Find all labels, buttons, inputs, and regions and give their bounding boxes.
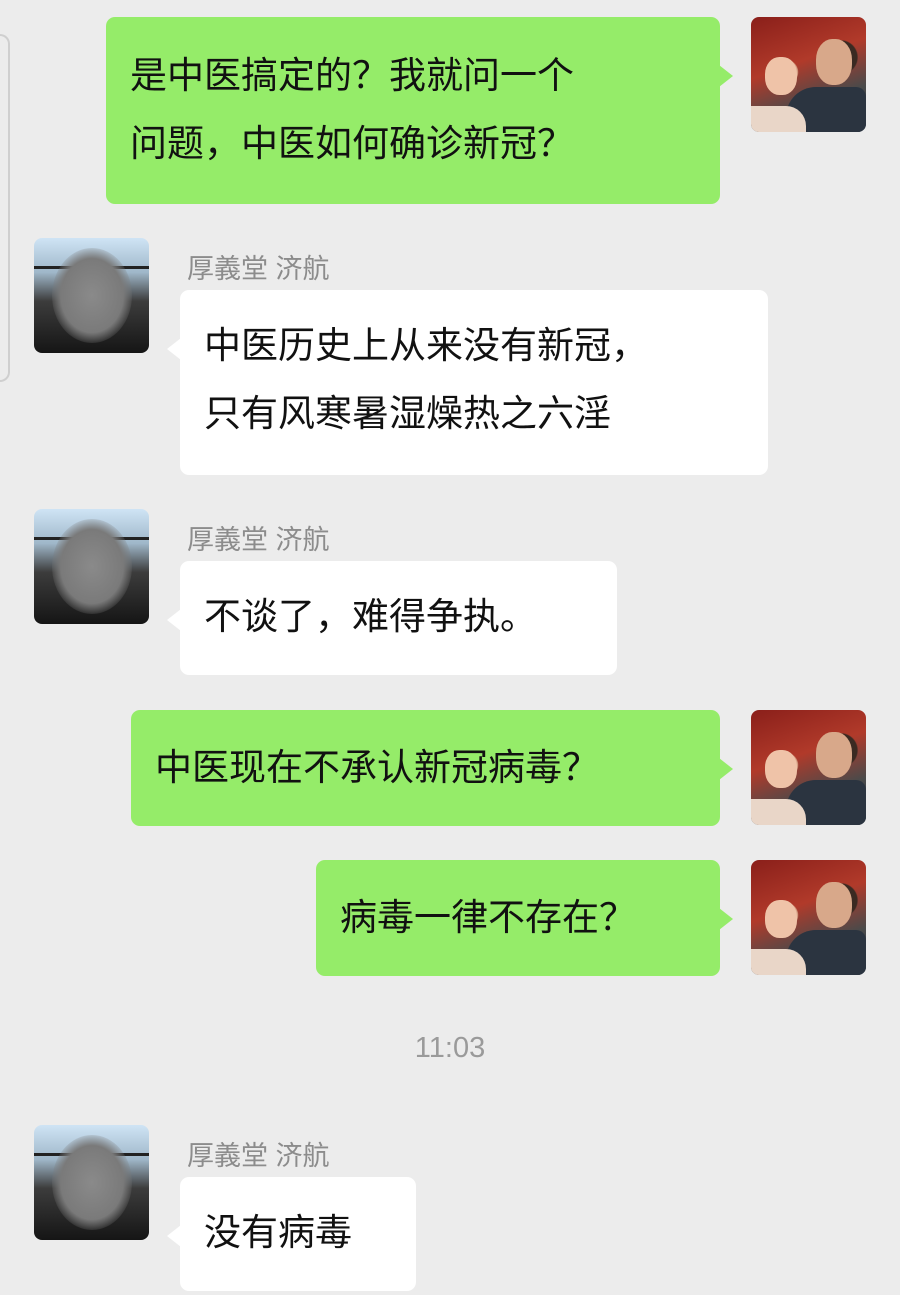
self-avatar[interactable] (751, 860, 866, 975)
message-timestamp: 11:03 (414, 1032, 486, 1064)
contact-avatar[interactable] (34, 1125, 149, 1240)
sender-name: 厚義堂 济航 (187, 254, 330, 284)
message-text: 病毒一律不存在？ (340, 896, 636, 939)
message-bubble-outgoing[interactable]: 病毒一律不存在？ (316, 860, 733, 976)
sender-name: 厚義堂 济航 (187, 1141, 330, 1171)
self-avatar[interactable] (751, 17, 866, 132)
message-text: 是中医搞定的？我就问一个 问题，中医如何确诊新冠？ (130, 54, 574, 165)
message-bubble-outgoing[interactable]: 是中医搞定的？我就问一个 问题，中医如何确诊新冠？ (106, 17, 733, 204)
message-text: 不谈了，难得争执。 (204, 595, 537, 638)
contact-avatar[interactable] (34, 238, 149, 353)
self-avatar[interactable] (751, 710, 866, 825)
message-bubble-incoming[interactable]: 中医历史上从来没有新冠， 只有风寒暑湿燥热之六淫 (167, 290, 768, 475)
message-bubble-outgoing[interactable]: 中医现在不承认新冠病毒？ (131, 710, 733, 826)
message-text: 中医现在不承认新冠病毒？ (155, 746, 599, 789)
scroll-edge-indicator (0, 34, 10, 382)
message-text: 没有病毒 (204, 1211, 352, 1254)
sender-name: 厚義堂 济航 (187, 525, 330, 555)
message-bubble-incoming[interactable]: 不谈了，难得争执。 (167, 561, 617, 675)
message-text: 中医历史上从来没有新冠， 只有风寒暑湿燥热之六淫 (204, 324, 648, 435)
message-bubble-incoming[interactable]: 没有病毒 (167, 1177, 416, 1291)
contact-avatar[interactable] (34, 509, 149, 624)
